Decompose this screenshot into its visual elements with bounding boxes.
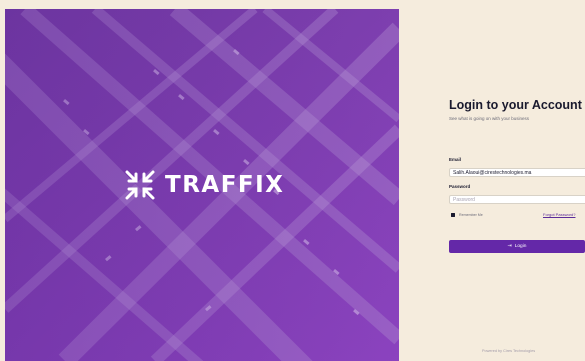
- footer-text: Powered by Cires Technologies: [482, 349, 536, 353]
- brand-logo: TRAFFIX: [123, 167, 284, 203]
- password-label: Password: [449, 184, 471, 189]
- forgot-password-link[interactable]: Forgot Password?: [543, 212, 575, 217]
- traffix-logo-icon: [125, 170, 155, 200]
- remember-me-label: Remember Me: [459, 213, 483, 217]
- login-button[interactable]: ⇥ Login: [449, 240, 585, 253]
- remember-me[interactable]: Remember Me: [451, 213, 483, 217]
- brand-name: TRAFFIX: [165, 172, 285, 198]
- page-title: Login to your Account: [449, 98, 582, 112]
- password-field[interactable]: [449, 195, 585, 204]
- email-field[interactable]: [449, 168, 585, 177]
- login-panel: Login to your Account See what is going …: [449, 0, 585, 361]
- remember-me-checkbox[interactable]: [451, 213, 455, 217]
- page-subtitle: See what is going on with your business: [449, 116, 530, 121]
- login-button-label: Login: [514, 244, 527, 249]
- login-arrow-icon: ⇥: [507, 243, 512, 249]
- email-label: Email: [449, 157, 462, 162]
- hero-panel: TRAFFIX: [5, 9, 399, 361]
